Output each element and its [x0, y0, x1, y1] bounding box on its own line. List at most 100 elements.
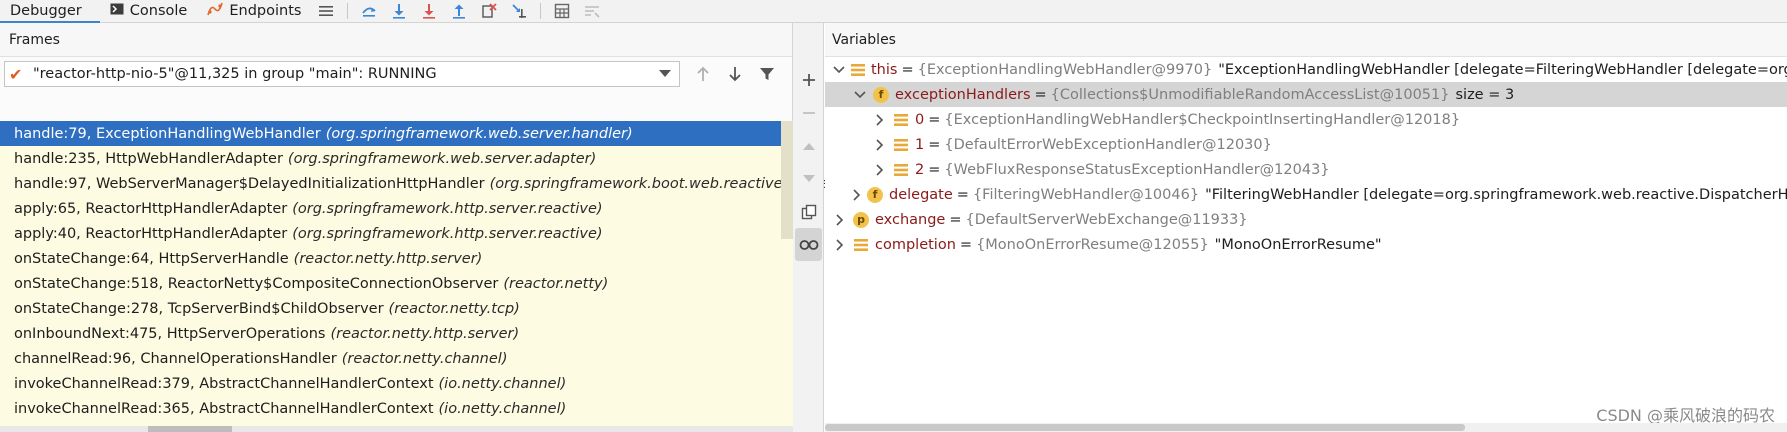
thread-dropdown[interactable]: ✔ "reactor-http-nio-5"@11,325 in group "…	[4, 61, 680, 87]
toolbar-divider	[540, 3, 542, 19]
variable-name: delegate	[889, 186, 953, 203]
frame-method: onStateChange:64, HttpServerHandle	[14, 250, 289, 267]
tab-console-label: Console	[129, 3, 188, 19]
force-step-into-icon[interactable]	[414, 0, 444, 23]
variables-tree: this = {ExceptionHandlingWebHandler@9970} "…	[825, 57, 1787, 257]
endpoints-icon	[207, 2, 224, 20]
chevron-right-icon[interactable]	[873, 113, 887, 127]
chevron-right-icon[interactable]	[833, 213, 847, 227]
check-icon: ✔	[9, 64, 23, 84]
variable-row[interactable]: f exceptionHandlers = {Collections$Unmodifi…	[825, 82, 1787, 107]
step-out-icon[interactable]	[444, 0, 474, 23]
frames-panel-title: Frames	[0, 23, 792, 57]
thread-buttons	[690, 61, 780, 87]
frame-package: (org.springframework.http.server.reactiv…	[292, 200, 603, 217]
frame-package: (reactor.netty)	[503, 275, 609, 292]
variable-type: {MonoOnErrorResume@12055}	[976, 236, 1209, 253]
variable-row[interactable]: completion = {MonoOnErrorResume@12055} "Mon…	[825, 232, 1787, 257]
variable-row[interactable]: 2 = {WebFluxResponseStatusExceptionHandler…	[825, 157, 1787, 182]
show-watches-icon[interactable]	[795, 228, 822, 261]
parameter-icon: p	[853, 211, 869, 228]
frame-method: onStateChange:278, TcpServerBind$ChildOb…	[14, 300, 384, 317]
frame-method: invokeChannelRead:365, AbstractChannelHa…	[14, 400, 434, 417]
frame-row[interactable]: channelRead:96, ChannelOperationsHandler…	[0, 346, 793, 371]
equals-sign: =	[928, 136, 941, 153]
frames-panel: Frames ✔ "reactor-http-nio-5"@11,325 in …	[0, 23, 848, 432]
frame-package: (reactor.netty.http.server)	[293, 250, 483, 267]
remove-watch-icon[interactable]	[793, 96, 824, 129]
tab-console[interactable]: Console	[100, 0, 198, 23]
variables-panel: Variables this = {ExceptionHandlingWebHand…	[825, 23, 1787, 432]
frame-row[interactable]: invokeChannelRead:379, AbstractChannelHa…	[0, 371, 793, 396]
frame-row[interactable]: onStateChange:278, TcpServerBind$ChildOb…	[0, 296, 793, 321]
evaluate-expression-icon[interactable]	[547, 0, 577, 23]
variable-name: 2	[915, 161, 925, 178]
equals-sign: =	[959, 236, 973, 253]
variable-row[interactable]: 1 = {DefaultErrorWebExceptionHandler@12030…	[825, 132, 1787, 157]
frame-method: channelRead:96, ChannelOperationsHandler	[14, 350, 337, 367]
chevron-right-icon[interactable]	[873, 163, 887, 177]
variables-side-toolbar	[793, 23, 824, 432]
variable-row[interactable]: f delegate = {FilteringWebHandler@10046} "Fi…	[825, 182, 1787, 207]
add-watch-icon[interactable]	[793, 63, 824, 96]
frames-horizontal-scrollbar[interactable]	[0, 426, 793, 432]
run-to-cursor-icon[interactable]	[504, 0, 534, 23]
frame-package: (reactor.netty.channel)	[341, 350, 508, 367]
variable-value: "ExceptionHandlingWebHandler [delegate=F…	[1218, 61, 1787, 78]
chevron-right-icon[interactable]	[833, 238, 847, 252]
tab-debugger[interactable]: Debugger	[0, 0, 100, 24]
frame-method: handle:97, WebServerManager$DelayedIniti…	[14, 175, 485, 192]
frame-package: (org.springframework.web.server.handler)	[325, 125, 633, 142]
chevron-right-icon[interactable]	[853, 188, 861, 202]
trace-icon[interactable]	[577, 0, 607, 23]
variables-horizontal-scrollbar[interactable]	[825, 423, 1787, 432]
equals-sign: =	[956, 186, 969, 203]
chevron-right-icon[interactable]	[873, 138, 887, 152]
frame-row[interactable]: handle:235, HttpWebHandlerAdapter (org.sp…	[0, 146, 793, 171]
frames-scroll-thumb[interactable]	[148, 426, 232, 432]
equals-sign: =	[928, 161, 941, 178]
variable-row[interactable]: this = {ExceptionHandlingWebHandler@9970} "…	[825, 57, 1787, 82]
copy-icon[interactable]	[793, 195, 824, 228]
variable-name: exchange	[875, 211, 946, 228]
variable-row[interactable]: p exchange = {DefaultServerWebExchange@1193…	[825, 207, 1787, 232]
variable-type: {ExceptionHandlingWebHandler$CheckpointI…	[944, 111, 1461, 128]
frame-method: invokeChannelRead:379, AbstractChannelHa…	[14, 375, 434, 392]
field-icon: f	[873, 86, 889, 103]
variables-scroll-thumb[interactable]	[825, 424, 1465, 431]
chevron-down-icon[interactable]	[853, 88, 867, 102]
menu-icon[interactable]	[311, 0, 341, 23]
filter-icon	[760, 68, 774, 80]
frame-row[interactable]: onStateChange:64, HttpServerHandle (react…	[0, 246, 793, 271]
object-list-icon	[893, 112, 909, 128]
next-frame-button[interactable]	[722, 61, 748, 87]
frame-row[interactable]: onStateChange:518, ReactorNetty$Composit…	[0, 271, 793, 296]
chevron-down-icon[interactable]	[833, 63, 845, 77]
equals-sign: =	[928, 111, 941, 128]
debug-toolbar: Debugger Console Endpoints	[0, 0, 1787, 24]
show-execution-point-icon[interactable]	[354, 0, 384, 23]
variable-type: {ExceptionHandlingWebHandler@9970}	[917, 61, 1213, 78]
move-down-icon[interactable]	[793, 162, 824, 195]
drop-frame-icon[interactable]	[474, 0, 504, 23]
frame-row[interactable]: handle:97, WebServerManager$DelayedIniti…	[0, 171, 848, 196]
variable-name: 1	[915, 136, 925, 153]
frames-scrollbar[interactable]	[781, 121, 793, 239]
frame-row[interactable]: invokeChannelRead:365, AbstractChannelHa…	[0, 396, 793, 421]
move-up-icon[interactable]	[793, 129, 824, 162]
variable-type: {FilteringWebHandler@10046}	[972, 186, 1200, 203]
frame-row[interactable]: handle:79, ExceptionHandlingWebHandler (o…	[0, 121, 793, 146]
frame-row[interactable]: apply:65, ReactorHttpHandlerAdapter (org.…	[0, 196, 793, 221]
object-list-icon	[893, 137, 909, 153]
tab-endpoints[interactable]: Endpoints	[197, 0, 311, 23]
frame-package: (reactor.netty.http.server)	[330, 325, 520, 342]
variable-row[interactable]: 0 = {ExceptionHandlingWebHandler$Checkpoin…	[825, 107, 1787, 132]
toolbar-divider	[347, 3, 349, 19]
filter-frames-button[interactable]	[754, 61, 780, 87]
frame-row[interactable]: onInboundNext:475, HttpServerOperations(…	[0, 321, 793, 346]
frame-row[interactable]: apply:40, ReactorHttpHandlerAdapter (org.…	[0, 221, 793, 246]
tab-debugger-label: Debugger	[10, 3, 82, 19]
previous-frame-button[interactable]	[690, 61, 716, 87]
variable-type: {WebFluxResponseStatusExceptionHandler@1…	[944, 161, 1330, 178]
step-over-icon[interactable]	[384, 0, 414, 23]
